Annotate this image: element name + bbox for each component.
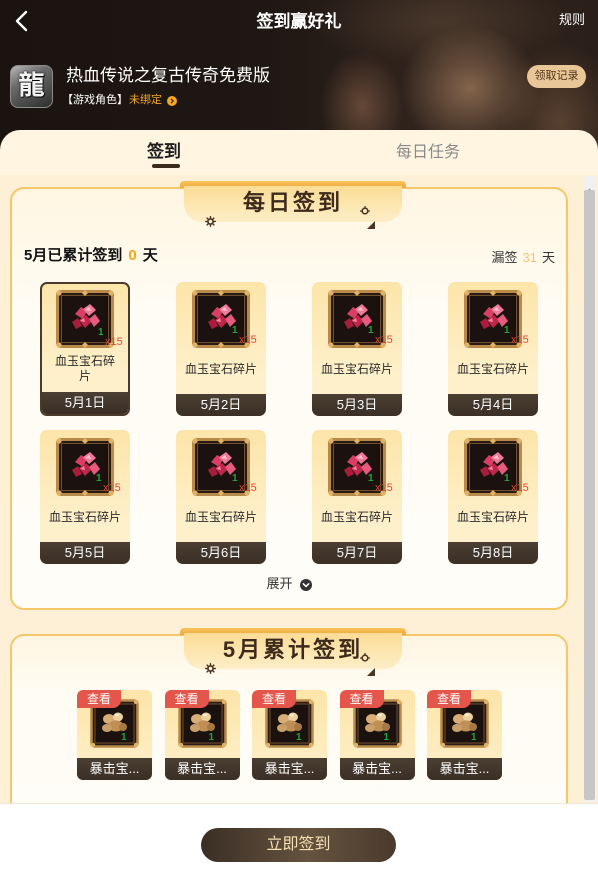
circle-chevron-right-icon[interactable] <box>167 95 177 106</box>
reward-quantity: x15 <box>511 334 529 346</box>
game-role-binding[interactable]: 【游戏角色】 未绑定 <box>62 92 177 108</box>
cumulative-sign-in-title: 5月累计签到 <box>222 637 364 662</box>
view-tag[interactable]: 查看 <box>339 690 384 708</box>
item-count: 1 <box>98 327 104 338</box>
reward-name: 血玉宝石碎片 <box>184 361 257 376</box>
rules-link[interactable]: 规则 <box>559 11 585 29</box>
reward-date: 5月6日 <box>176 542 266 564</box>
view-tag[interactable]: 查看 <box>77 690 121 708</box>
reward-name: 血玉宝石碎片 <box>320 509 393 524</box>
cumulative-reward-card[interactable]: 1 暴击宝... 查看 <box>252 690 327 780</box>
records-button[interactable]: 领取记录 <box>527 65 586 88</box>
triangle-icon <box>367 652 375 676</box>
reward-card[interactable]: 1 x15 血玉宝石碎片 5月8日 <box>448 430 538 564</box>
reward-quantity: x15 <box>375 334 393 346</box>
cumulative-reward-name: 暴击宝... <box>164 758 240 780</box>
item-count: 1 <box>208 732 215 743</box>
view-tag[interactable]: 查看 <box>164 690 209 708</box>
cumulative-reward-card[interactable]: 1 暴击宝... 查看 <box>339 690 415 780</box>
scroll-up-arrow-icon[interactable] <box>586 180 593 193</box>
daily-sign-in-ribbon: 每日签到 <box>184 186 402 229</box>
bottom-action-bar: 立即签到 <box>0 803 598 881</box>
cumulative-reward-card[interactable]: 1 暴击宝... 查看 <box>77 690 152 780</box>
reward-quantity: x15 <box>511 482 529 494</box>
content-scroll-area[interactable]: 每日签到 5月已累计签到 0 天 漏签 31 天 1 x15 血玉宝石碎片 5月1日 1 x15 血… <box>0 175 598 803</box>
cumulative-reward-name: 暴击宝... <box>252 758 327 780</box>
reward-name: 血玉宝石碎片 <box>320 361 393 376</box>
item-count: 1 <box>232 473 238 484</box>
cumulative-sign-in-ribbon: 5月累计签到 <box>184 633 402 676</box>
cumulative-reward-card[interactable]: 1 暴击宝... 查看 <box>164 690 240 780</box>
circle-chevron-down-icon <box>299 578 312 591</box>
reward-quantity: x15 <box>239 334 257 346</box>
tab-daily-tasks[interactable]: 每日任务 <box>396 142 460 164</box>
item-count: 1 <box>232 325 238 336</box>
item-count: 1 <box>368 325 374 336</box>
item-count: 1 <box>383 732 390 743</box>
daily-sign-in-title: 每日签到 <box>242 190 343 215</box>
reward-name: 血玉宝石碎片 <box>184 509 257 524</box>
reward-date: 5月8日 <box>448 542 538 564</box>
reward-quantity: x15 <box>239 482 257 494</box>
scrollbar[interactable] <box>583 176 596 802</box>
cumulative-reward-name: 暴击宝... <box>427 758 502 780</box>
role-label: 【游戏角色】 <box>62 94 128 106</box>
cumulative-reward-name: 暴击宝... <box>339 758 415 780</box>
reward-date: 5月2日 <box>176 394 266 416</box>
sign-in-now-button[interactable]: 立即签到 <box>201 828 396 862</box>
expand-button[interactable]: 展开 <box>12 575 566 593</box>
reward-name: 血玉宝石碎片 <box>48 509 121 524</box>
scrollbar-thumb[interactable] <box>584 190 595 800</box>
tab-sign-in[interactable]: 签到 <box>147 141 181 163</box>
reward-card[interactable]: 1 x15 血玉宝石碎片 5月5日 <box>40 430 130 564</box>
bind-status[interactable]: 未绑定 <box>129 92 162 108</box>
view-tag[interactable]: 查看 <box>252 690 296 708</box>
item-count: 1 <box>296 732 302 743</box>
reward-date: 5月3日 <box>312 394 402 416</box>
sparkle-ring-icon <box>360 639 370 662</box>
reward-date: 5月4日 <box>448 394 538 416</box>
gear-icon <box>205 203 216 227</box>
page-title: 签到赢好礼 <box>256 12 342 31</box>
item-count: 1 <box>368 473 374 484</box>
gear-icon <box>205 650 216 674</box>
cumulative-sign-in-card: 5月累计签到 1 暴击宝... 查看 1 暴击宝... 查看 1 暴击宝... 查看 1 暴击宝..… <box>10 628 568 803</box>
reward-card[interactable]: 1 x15 血玉宝石碎片 5月6日 <box>176 430 266 564</box>
cumulative-reward-name: 暴击宝... <box>77 758 152 780</box>
daily-sign-in-card: 每日签到 5月已累计签到 0 天 漏签 31 天 1 x15 血玉宝石碎片 5月1日 1 x15 血… <box>10 181 568 610</box>
triangle-icon <box>367 205 375 229</box>
reward-quantity: x15 <box>105 336 123 348</box>
daily-reward-grid: 1 x15 血玉宝石碎片 5月1日 1 x15 血玉宝石碎片 5月2日 1 x15 血玉宝石碎片 5月… <box>12 189 566 608</box>
expand-label: 展开 <box>266 576 293 591</box>
reward-date: 5月1日 <box>42 392 128 414</box>
reward-card-current[interactable]: 1 x15 血玉宝石碎片 5月1日 <box>40 282 130 416</box>
view-tag[interactable]: 查看 <box>427 690 471 708</box>
reward-card[interactable]: 1 x15 血玉宝石碎片 5月4日 <box>448 282 538 416</box>
item-count: 1 <box>121 732 127 743</box>
item-count: 1 <box>96 473 102 484</box>
reward-card[interactable]: 1 x15 血玉宝石碎片 5月3日 <box>312 282 402 416</box>
reward-quantity: x15 <box>103 482 121 494</box>
active-tab-indicator <box>152 164 180 168</box>
sparkle-ring-icon <box>360 192 370 215</box>
reward-name: 血玉宝石碎片 <box>456 361 529 376</box>
item-count: 1 <box>504 473 510 484</box>
reward-date: 5月7日 <box>312 542 402 564</box>
reward-quantity: x15 <box>375 482 393 494</box>
item-count: 1 <box>504 325 510 336</box>
reward-name: 血玉宝石碎片 <box>54 354 115 383</box>
game-name: 热血传说之复古传奇免费版 <box>66 66 270 85</box>
cumulative-reward-card[interactable]: 1 暴击宝... 查看 <box>427 690 502 780</box>
reward-card[interactable]: 1 x15 血玉宝石碎片 5月2日 <box>176 282 266 416</box>
reward-name: 血玉宝石碎片 <box>456 509 529 524</box>
reward-card[interactable]: 1 x15 血玉宝石碎片 5月7日 <box>312 430 402 564</box>
reward-date: 5月5日 <box>40 542 130 564</box>
game-logo: 龍 <box>10 65 53 108</box>
item-count: 1 <box>471 732 477 743</box>
